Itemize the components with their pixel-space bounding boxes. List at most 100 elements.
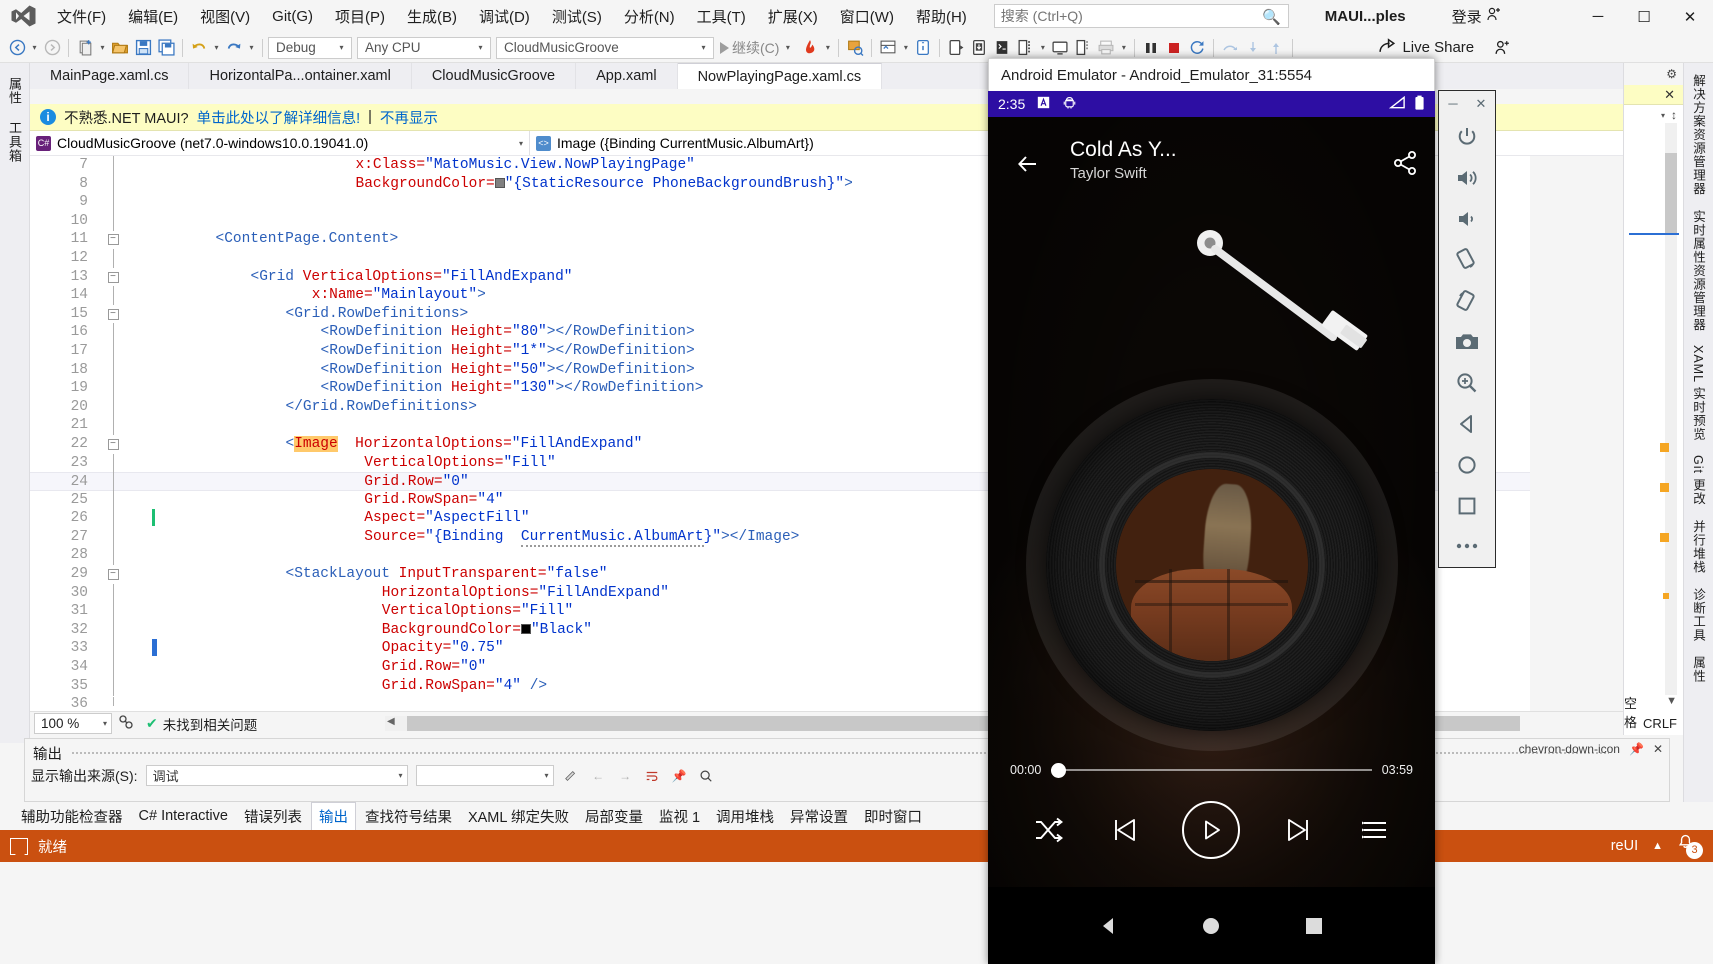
power-icon[interactable] (1444, 117, 1490, 158)
feedback-icon[interactable] (1491, 37, 1513, 59)
navigate-forward-icon[interactable] (41, 37, 63, 59)
doc-tab-mainpage-xaml-cs[interactable]: MainPage.xaml.cs (30, 63, 189, 89)
menu-file[interactable]: 文件(F) (46, 2, 117, 31)
doc-tab-cloudmusicgroove[interactable]: CloudMusicGroove (412, 63, 576, 89)
bottom-tab-watch-1[interactable]: 监视 1 (652, 803, 707, 830)
device-terminal-icon[interactable] (991, 37, 1013, 59)
search-output-icon[interactable] (697, 766, 716, 785)
android-screen[interactable]: Cold As Y... Taylor Swift (988, 117, 1435, 887)
redo-icon[interactable] (223, 37, 245, 59)
pause-icon[interactable] (1140, 37, 1162, 59)
bottom-tab-locals[interactable]: 局部变量 (578, 803, 650, 830)
live-visual-tree-caret[interactable]: ▾ (900, 43, 911, 52)
menu-analyze[interactable]: 分析(N) (613, 2, 686, 31)
android-emulator-window[interactable]: Android Emulator - Android_Emulator_31:5… (988, 58, 1435, 964)
maximize-button[interactable]: ☐ (1621, 0, 1667, 33)
bottom-tab-csharp-interactive[interactable]: C# Interactive (132, 805, 235, 827)
shuffle-icon[interactable] (1031, 813, 1065, 847)
right-panel-caret[interactable]: ▾ (1661, 111, 1665, 120)
emulator-side-minimize[interactable]: ─ (1444, 95, 1462, 113)
close-icon[interactable]: ✕ (1653, 742, 1663, 756)
menu-project[interactable]: 项目(P) (324, 2, 396, 31)
bell-icon[interactable]: 3 (1677, 834, 1703, 859)
back-nav-icon[interactable] (1098, 915, 1120, 937)
doc-tab-nowplayingpage-xaml-cs[interactable]: NowPlayingPage.xaml.cs (678, 63, 883, 89)
home-nav-icon[interactable] (1200, 915, 1222, 937)
stop-icon[interactable] (1163, 37, 1185, 59)
device-grid-caret[interactable]: ▾ (1037, 43, 1048, 52)
bottom-tab-xaml-binding-failures[interactable]: XAML 绑定失败 (461, 803, 576, 830)
device-screenshot-icon[interactable] (968, 37, 990, 59)
status-bar-right-label[interactable]: reUI (1611, 838, 1638, 854)
back-icon[interactable] (1444, 403, 1490, 444)
bottom-tab-find-symbol-results[interactable]: 查找符号结果 (358, 803, 459, 830)
bottom-tab-error-list[interactable]: 错误列表 (237, 803, 309, 830)
fold-indicator[interactable]: − (102, 305, 124, 324)
menu-help[interactable]: 帮助(H) (905, 2, 978, 31)
play-button[interactable] (1182, 801, 1240, 859)
arrow-back-icon[interactable] (1014, 149, 1044, 179)
scroll-down-arrow[interactable]: ▼ (1666, 695, 1677, 707)
monitor-icon[interactable] (1049, 37, 1071, 59)
new-item-icon[interactable] (74, 37, 96, 59)
back-dropdown-caret[interactable]: ▾ (29, 43, 40, 52)
zoom-level-combo[interactable]: 100 % ▾ (34, 713, 112, 734)
progress-knob[interactable] (1051, 763, 1066, 778)
line-ending-indicator[interactable]: CRLF (1643, 716, 1677, 731)
save-icon[interactable] (132, 37, 154, 59)
code-map-icon[interactable] (118, 714, 134, 733)
device-icon[interactable] (945, 37, 967, 59)
left-rail-tab-toolbox[interactable]: 工具箱 (3, 113, 26, 171)
menu-extensions[interactable]: 扩展(X) (757, 2, 829, 31)
search-input[interactable] (1001, 8, 1282, 24)
previous-track-icon[interactable] (1107, 813, 1141, 847)
gear-icon[interactable]: ⚙ (1666, 67, 1677, 81)
hot-reload-icon[interactable] (799, 37, 821, 59)
right-rail-tab-solution-explorer[interactable]: 解决方案资源管理器 (1687, 67, 1710, 203)
menu-debug[interactable]: 调试(D) (468, 2, 541, 31)
volume-down-icon[interactable] (1444, 199, 1490, 240)
minimize-button[interactable]: ─ (1575, 0, 1621, 33)
new-item-caret[interactable]: ▾ (97, 43, 108, 52)
menu-window[interactable]: 窗口(W) (829, 2, 905, 31)
select-element-icon[interactable] (844, 37, 866, 59)
zoom-icon[interactable] (1444, 362, 1490, 403)
doc-tab-horizontal-container-xaml[interactable]: HorizontalPa...ontainer.xaml (189, 63, 411, 89)
menu-test[interactable]: 测试(S) (541, 2, 613, 31)
word-wrap-icon[interactable] (643, 766, 662, 785)
chevron-down-icon[interactable]: chevron-down-icon (1519, 742, 1620, 756)
right-panel-scrollbar[interactable] (1665, 123, 1677, 695)
camera-icon[interactable] (1444, 321, 1490, 362)
forward-icon[interactable]: → (616, 766, 635, 785)
bottom-tab-accessibility-checker[interactable]: 辅助功能检查器 (14, 803, 130, 830)
member-scope-combo[interactable]: <> Image ({Binding CurrentMusic.AlbumArt… (530, 131, 1030, 155)
navigate-back-icon[interactable] (6, 37, 28, 59)
undo-caret[interactable]: ▾ (211, 43, 222, 52)
pin-icon[interactable]: 📌 (1629, 742, 1644, 756)
close-button[interactable]: ✕ (1667, 0, 1713, 33)
search-box[interactable]: 🔍 (994, 4, 1289, 28)
menu-view[interactable]: 视图(V) (189, 2, 261, 31)
configuration-combo[interactable]: Debug ▾ (268, 37, 352, 59)
playlist-icon[interactable] (1358, 813, 1392, 847)
recents-nav-icon[interactable] (1303, 915, 1325, 937)
bottom-tab-output[interactable]: 输出 (311, 802, 356, 831)
live-property-icon[interactable] (912, 37, 934, 59)
right-panel-scroll-thumb[interactable] (1665, 153, 1677, 233)
overview-icon[interactable] (1444, 485, 1490, 526)
right-rail-tab-properties[interactable]: 属性 (1687, 649, 1710, 690)
continue-button[interactable]: 继续(C) ▾ (715, 38, 798, 58)
open-file-icon[interactable] (109, 37, 131, 59)
undo-icon[interactable] (188, 37, 210, 59)
right-rail-tab-parallel-stacks[interactable]: 并行堆栈 (1687, 513, 1710, 581)
info-bar-dismiss-link[interactable]: 不再显示 (380, 107, 438, 128)
bottom-tab-exception-settings[interactable]: 异常设置 (783, 803, 855, 830)
home-icon[interactable] (1444, 444, 1490, 485)
device-grid-icon[interactable] (1014, 37, 1036, 59)
monitor-grid-icon[interactable] (1072, 37, 1094, 59)
right-rail-tab-git-changes[interactable]: Git 更改 (1687, 448, 1710, 512)
menu-build[interactable]: 生成(B) (396, 2, 468, 31)
encoding-indicator[interactable]: 空格 (1624, 693, 1639, 731)
hot-reload-caret[interactable]: ▾ (822, 43, 833, 52)
bottom-tab-call-stack[interactable]: 调用堆栈 (709, 803, 781, 830)
